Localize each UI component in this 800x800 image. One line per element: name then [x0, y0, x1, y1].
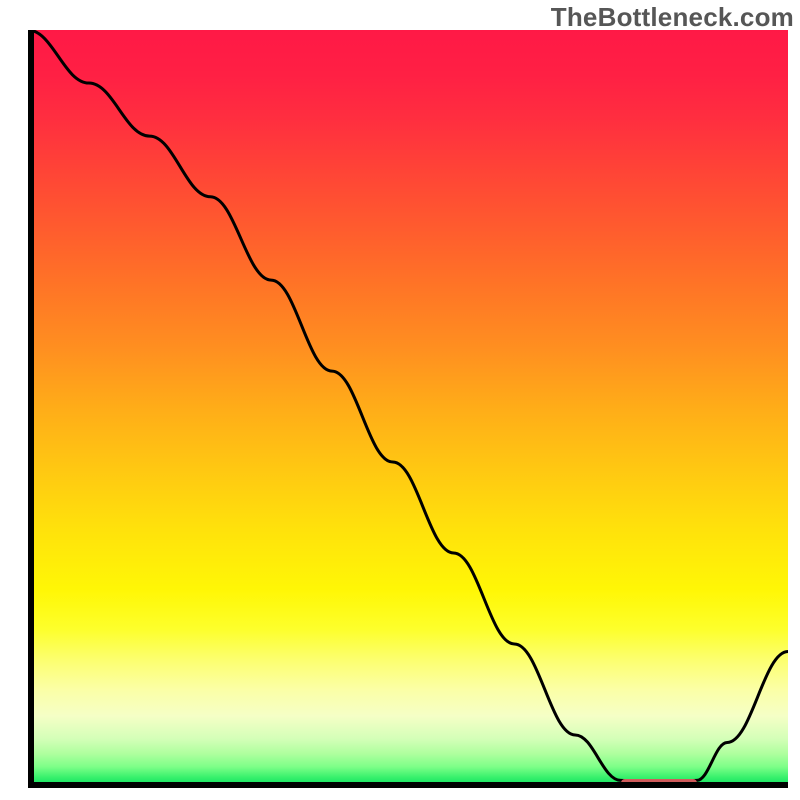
watermark-text: TheBottleneck.com: [551, 2, 794, 33]
chart-plot-area: [28, 30, 788, 788]
chart-optimal-marker: [621, 779, 697, 788]
chart-background-gradient: [28, 30, 788, 788]
